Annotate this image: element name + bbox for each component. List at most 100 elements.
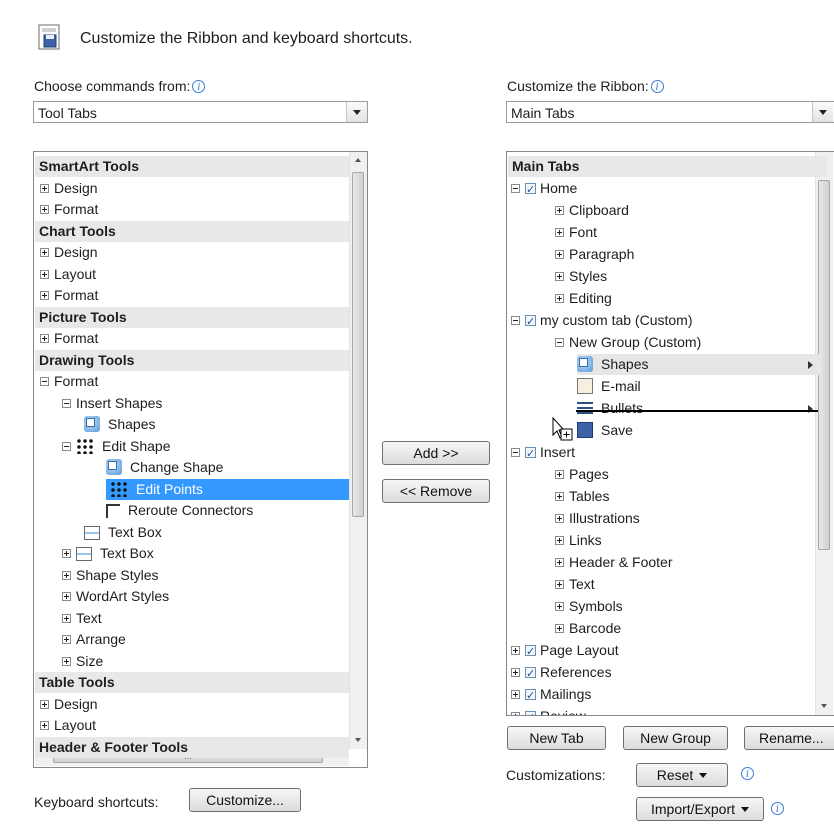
expand-icon[interactable] [40,334,49,343]
collapse-icon[interactable] [555,338,564,347]
expand-icon[interactable] [40,291,49,300]
expand-icon[interactable] [511,690,520,699]
ribbon-list-vscrollbar[interactable] [815,152,833,715]
list-item[interactable]: Text [62,608,102,629]
list-item[interactable]: Shapes [84,414,155,435]
expand-icon[interactable] [555,558,564,567]
expand-icon[interactable] [511,646,520,655]
expand-icon[interactable] [40,721,49,730]
customize-ribbon-combo[interactable]: Main Tabs [506,101,834,123]
list-item[interactable]: New Group (Custom) [555,332,701,353]
list-item[interactable]: Mailings [511,684,591,706]
expand-icon[interactable] [555,294,564,303]
list-category[interactable]: Table Tools [35,672,349,693]
list-item[interactable]: Arrange [62,629,126,650]
list-item[interactable]: Page Layout [511,640,619,662]
list-item[interactable]: Edit Shape [62,436,171,457]
list-item[interactable]: Format [40,199,98,220]
collapse-icon[interactable] [511,448,520,457]
list-item[interactable]: Edit Points [106,478,349,500]
scroll-thumb[interactable] [352,172,364,517]
list-category[interactable]: Drawing Tools [35,349,349,371]
collapse-icon[interactable] [62,398,71,408]
expand-icon[interactable] [40,269,49,279]
list-item[interactable]: Illustrations [555,508,640,529]
reset-button[interactable]: Reset [636,763,728,787]
expand-icon[interactable] [555,602,564,611]
checkbox-icon[interactable] [525,663,536,684]
expand-icon[interactable] [511,712,520,715]
expand-icon[interactable] [40,699,49,709]
list-item[interactable]: Home [511,178,577,200]
expand-icon[interactable] [511,668,520,677]
checkbox-icon[interactable] [525,641,536,662]
checkbox-icon[interactable] [525,707,536,715]
list-item[interactable]: Links [555,530,602,551]
expand-icon[interactable] [555,492,564,501]
list-item[interactable]: Shapes [577,354,821,375]
add-button[interactable]: Add >> [382,441,490,465]
list-item[interactable]: WordArt Styles [62,586,169,607]
chevron-down-icon[interactable] [346,102,367,122]
expand-icon[interactable] [555,470,564,479]
scroll-up-icon[interactable] [350,152,367,169]
expand-icon[interactable] [62,570,71,580]
list-category[interactable]: SmartArt Tools [35,156,349,177]
list-item[interactable]: Header & Footer [555,552,673,573]
list-item[interactable]: Clipboard [555,200,629,221]
collapse-icon[interactable] [40,377,49,386]
expand-icon[interactable] [555,536,564,545]
expand-icon[interactable] [555,580,564,589]
list-item[interactable]: Design [40,242,98,263]
new-group-button[interactable]: New Group [623,726,728,750]
chevron-down-icon[interactable] [812,102,833,122]
list-item[interactable]: Paragraph [555,244,634,265]
list-item[interactable]: Pages [555,464,609,485]
list-category[interactable]: Picture Tools [35,306,349,328]
expand-icon[interactable] [555,228,564,237]
info-icon[interactable]: i [192,80,206,93]
list-item[interactable]: Text Box [62,543,154,564]
list-item[interactable]: Text Box [84,522,162,543]
scroll-down-icon[interactable] [350,732,367,749]
list-item[interactable]: Styles [555,266,607,287]
expand-icon[interactable] [40,183,49,193]
expand-icon[interactable] [555,514,564,523]
list-item[interactable]: Text [555,574,595,595]
list-item[interactable]: Format [40,285,98,306]
expand-icon[interactable] [555,624,564,633]
list-item[interactable]: Design [40,694,98,715]
expand-icon[interactable] [62,549,71,558]
expand-icon[interactable] [62,613,71,623]
info-icon[interactable]: i [771,802,784,815]
list-item[interactable]: Reroute Connectors [106,500,253,521]
list-item[interactable]: Format [40,371,98,392]
list-item[interactable]: Barcode [555,618,621,639]
info-icon[interactable]: i [741,767,754,780]
list-item[interactable]: Format [40,328,98,349]
expand-icon[interactable] [555,206,564,215]
list-category[interactable]: Header & Footer Tools [35,736,349,758]
import-export-button[interactable]: Import/Export [636,797,764,821]
list-item[interactable]: Layout [40,264,96,285]
expand-icon[interactable] [62,656,71,666]
list-item[interactable]: Save [577,420,633,441]
scroll-down-icon[interactable] [816,698,833,715]
choose-commands-combo[interactable]: Tool Tabs [33,101,368,123]
list-item[interactable]: Editing [555,288,612,309]
list-item[interactable]: Symbols [555,596,623,617]
customize-shortcuts-button[interactable]: Customize... [189,788,301,812]
remove-button[interactable]: << Remove [382,479,490,503]
list-item[interactable]: E-mail [577,376,641,397]
list-item[interactable]: Bullets [577,398,821,419]
list-category[interactable]: Main Tabs [508,156,827,177]
list-item[interactable]: Layout [40,715,96,736]
expand-icon[interactable] [555,250,564,259]
collapse-icon[interactable] [62,441,71,451]
list-item[interactable]: Shape Styles [62,565,159,586]
collapse-icon[interactable] [511,184,520,193]
checkbox-icon[interactable] [525,179,536,200]
list-item[interactable]: Insert Shapes [62,393,162,414]
expand-icon[interactable] [555,272,564,281]
expand-icon[interactable] [62,635,71,644]
